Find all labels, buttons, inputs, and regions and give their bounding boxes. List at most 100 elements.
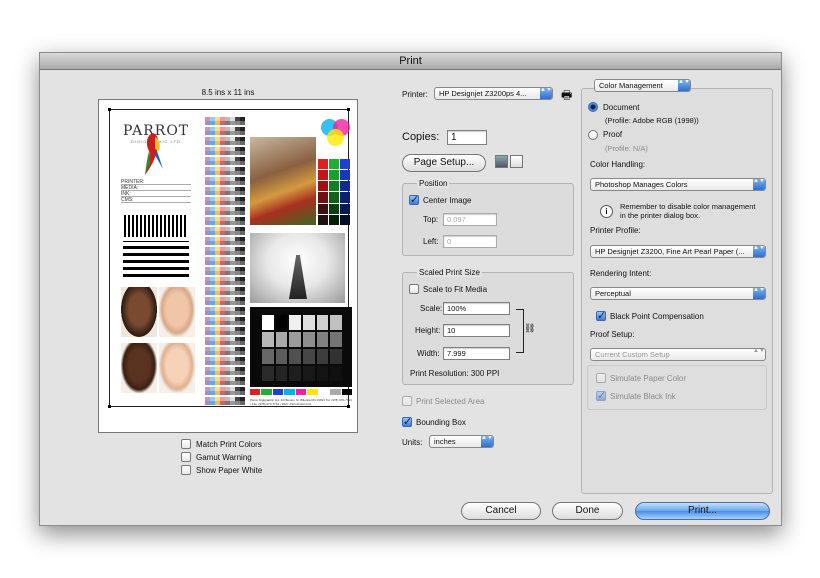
height-field[interactable]: 10 — [443, 324, 510, 337]
color-handling-label: Color Handling: — [590, 160, 646, 169]
simulate-black-ink-checkbox[interactable] — [596, 389, 606, 402]
center-image-label: Center Image — [423, 196, 472, 205]
print-selected-area-label: Print Selected Area — [416, 397, 485, 406]
link-chain-icon[interactable]: ⛓ — [524, 323, 535, 334]
color-swatches — [318, 159, 350, 225]
proof-setup-value: Current Custom Setup — [595, 350, 670, 359]
height-label: Height: — [415, 326, 441, 335]
popup-arrows-icon: ▲▼ — [753, 246, 765, 257]
printer-profile-label: Printer Profile: — [590, 226, 641, 235]
printer-popup[interactable]: HP Designjet Z3200ps 4... ▲▼ — [434, 87, 553, 100]
print-button[interactable]: Print... — [635, 502, 770, 520]
popup-arrows-icon: ▲▼ — [753, 288, 765, 299]
rendering-intent-label: Rendering Intent: — [590, 269, 652, 278]
pier-photo — [250, 233, 345, 303]
units-label: Units: — [402, 438, 423, 447]
black-point-compensation-label: Black Point Compensation — [610, 312, 704, 321]
printer-profile-value: HP Designjet Z3200, Fine Art Pearl Paper… — [595, 247, 745, 256]
left-field[interactable]: 0 — [443, 235, 497, 248]
portrait-photo — [121, 343, 157, 393]
printer-label: Printer: — [402, 90, 428, 99]
printer-profile-popup[interactable]: HP Designjet Z3200, Fine Art Pearl Paper… — [590, 245, 766, 258]
copies-field[interactable]: 1 — [447, 130, 487, 145]
color-management-popup[interactable]: Color Management ▲▼ — [594, 79, 691, 92]
top-field[interactable]: 0.097 — [443, 213, 497, 226]
gamut-warning-label: Gamut Warning — [196, 453, 252, 462]
document-radio[interactable] — [588, 102, 598, 112]
print-dialog: Print 8.5 ins x 11 ins PARROT DIGIGRAPHI… — [39, 52, 782, 526]
proof-setup-label: Proof Setup: — [590, 330, 635, 339]
preview-image: PARROT DIGIGRAPHIC LTD PRINTER: MEDIA: I… — [109, 109, 352, 407]
print-preview: PARROT DIGIGRAPHIC LTD PRINTER: MEDIA: I… — [98, 99, 358, 433]
printer-value: HP Designjet Z3200ps 4... — [439, 89, 527, 98]
window-title: Print — [40, 53, 781, 70]
simulate-paper-color-checkbox[interactable] — [596, 373, 606, 383]
show-paper-white-label: Show Paper White — [196, 466, 263, 475]
popup-arrows-icon: ▲▼ — [540, 88, 552, 99]
grayscale-target — [250, 307, 352, 387]
reminder-text-line-2: in the printer dialog box. — [620, 211, 701, 220]
mode-value: Color Management — [599, 81, 663, 90]
simulate-paper-color-label: Simulate Paper Color — [610, 374, 687, 383]
printer-icon[interactable]: 🖶 — [561, 86, 572, 107]
popup-arrows-icon: ▲▼ — [678, 80, 690, 91]
page-footer-text: Parrot Digigraphic Ltd. 4i3 Boston St. B… — [250, 398, 352, 406]
info-icon: i — [600, 205, 613, 218]
cancel-button[interactable]: Cancel — [461, 502, 541, 520]
rendering-intent-value: Perceptual — [595, 289, 631, 298]
document-label: Document — [603, 103, 640, 112]
popup-arrows-icon: ▲▼ — [753, 348, 765, 354]
top-label: Top: — [423, 215, 439, 224]
print-info-lines: PRINTER: MEDIA: INK: CMS: — [121, 179, 191, 203]
resolution-target — [124, 215, 188, 237]
bounding-box-checkbox[interactable] — [402, 415, 412, 428]
reminder-text-line-1: Remember to disable color management — [620, 202, 756, 211]
copies-label: Copies: — [402, 131, 440, 143]
black-point-compensation-checkbox[interactable] — [596, 309, 606, 322]
units-popup[interactable]: inches ▲▼ — [429, 435, 494, 448]
width-label: Width: — [417, 349, 440, 358]
cmy-circles — [319, 117, 353, 147]
match-print-colors-checkbox[interactable] — [181, 439, 191, 449]
center-image-checkbox[interactable] — [409, 193, 419, 206]
proof-radio[interactable] — [588, 130, 598, 140]
gamut-warning-checkbox[interactable] — [181, 452, 191, 462]
scale-field[interactable]: 100% — [443, 302, 510, 315]
rendering-intent-popup[interactable]: Perceptual ▲▼ — [590, 287, 766, 300]
print-resolution-label: Print Resolution: 300 PPI — [410, 369, 500, 378]
simulate-black-ink-label: Simulate Black Ink — [610, 392, 676, 401]
proof-options-group — [587, 365, 767, 410]
scale-to-fit-media-checkbox[interactable] — [409, 284, 419, 294]
units-value: inches — [434, 437, 456, 446]
show-paper-white-checkbox[interactable] — [181, 465, 191, 475]
popup-arrows-icon: ▲▼ — [481, 436, 493, 447]
proof-profile: (Profile: N/A) — [605, 144, 648, 153]
portrait-orientation-icon[interactable] — [495, 155, 508, 168]
page-setup-button[interactable]: Page Setup... — [402, 154, 486, 172]
done-button[interactable]: Done — [552, 502, 623, 520]
proportion-bracket — [516, 309, 524, 353]
line-target — [123, 241, 189, 277]
position-group-title: Position — [417, 179, 450, 188]
color-handling-value: Photoshop Manages Colors — [595, 180, 688, 189]
landscape-orientation-icon[interactable] — [510, 155, 523, 168]
document-profile: (Profile: Adobe RGB (1998)) — [605, 116, 699, 125]
proof-setup-popup[interactable]: Current Custom Setup ▲▼ — [590, 348, 766, 361]
paper-size-label: 8.5 ins x 11 ins — [201, 88, 255, 97]
info-line: CMS: — [121, 197, 191, 203]
popup-arrows-icon: ▲▼ — [753, 179, 765, 190]
proof-label: Proof — [603, 130, 623, 139]
scale-label: Scale: — [420, 304, 443, 313]
width-field[interactable]: 7.999 — [443, 347, 510, 360]
bounding-box-label: Bounding Box — [416, 418, 466, 427]
scale-to-fit-media-label: Scale to Fit Media — [423, 285, 488, 294]
parrot-logo-icon — [145, 133, 163, 175]
print-selected-area-checkbox[interactable] — [402, 396, 412, 406]
still-life-photo — [250, 137, 316, 225]
color-strips — [205, 117, 245, 405]
match-print-colors-label: Match Print Colors — [196, 440, 262, 449]
portrait-photo — [159, 287, 195, 337]
color-handling-popup[interactable]: Photoshop Manages Colors ▲▼ — [590, 178, 766, 191]
scaled-print-size-title: Scaled Print Size — [417, 268, 482, 277]
left-label: Left: — [423, 237, 439, 246]
